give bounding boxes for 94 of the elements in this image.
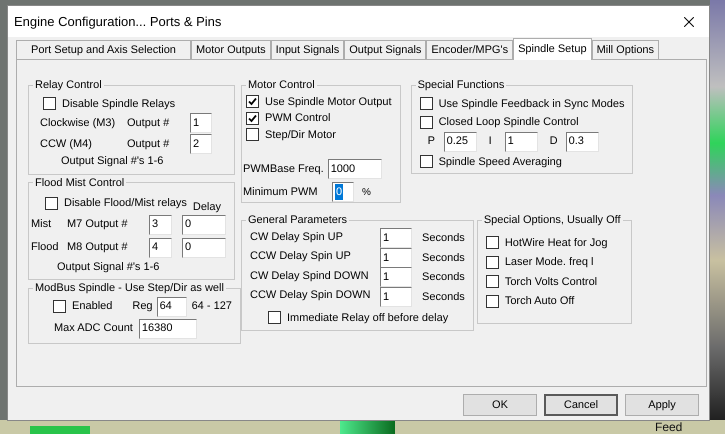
checkbox-label: Torch Auto Off xyxy=(504,294,574,309)
text-field[interactable]: 0 xyxy=(182,214,226,234)
progress-block xyxy=(30,426,90,434)
label: Output Signal #'s 1-6 xyxy=(56,260,160,274)
checkbox-label: Use Spindle Feedback in Sync Modes xyxy=(438,96,624,112)
label: M7 Output # xyxy=(67,217,129,232)
tab[interactable]: Mill Options xyxy=(592,40,660,59)
group-title: Special Functions xyxy=(416,78,506,93)
checkbox[interactable] xyxy=(45,196,58,210)
tab[interactable]: Port Setup and Axis Selection xyxy=(16,40,191,59)
checkbox-label: Immediate Relay off before delay xyxy=(287,310,448,326)
label: Output # xyxy=(127,116,170,131)
label: CW Delay Spind DOWN xyxy=(250,268,370,284)
checkbox[interactable] xyxy=(43,97,56,110)
checkbox-label: Spindle Speed Averaging xyxy=(438,154,562,170)
text-field[interactable]: 1 xyxy=(504,132,538,152)
checkbox-label: Step/Dir Motor xyxy=(265,128,336,142)
text-field[interactable]: 1 xyxy=(190,113,212,133)
text-field[interactable]: 0 xyxy=(182,238,226,258)
dialog-button[interactable]: OK xyxy=(463,394,537,416)
label: Flood xyxy=(31,240,60,256)
label: CW Delay Spin UP xyxy=(250,230,344,244)
text-field[interactable]: 1 xyxy=(380,286,412,307)
label: PWMBase Freq. xyxy=(243,162,324,177)
tab[interactable]: Spindle Setup xyxy=(513,38,592,60)
text-field[interactable]: 1 xyxy=(380,248,412,268)
text-field[interactable]: 4 xyxy=(149,238,172,258)
label: Minimum PWM xyxy=(243,184,319,200)
label: Seconds xyxy=(422,290,465,304)
label: I xyxy=(488,134,493,150)
label: Output # xyxy=(127,136,170,152)
label: Mist xyxy=(31,217,52,232)
tab[interactable]: Output Signals xyxy=(344,40,426,59)
window-title: Engine Configuration... Ports & Pins xyxy=(14,12,222,31)
checkbox[interactable] xyxy=(420,155,433,168)
label: Output Signal #'s 1-6 xyxy=(60,154,164,169)
text-field[interactable]: 2 xyxy=(190,134,212,154)
label: M8 Output # xyxy=(67,240,129,256)
text-field[interactable]: 1 xyxy=(380,228,412,248)
label: Delay xyxy=(192,200,221,215)
checkbox-label: Torch Volts Control xyxy=(504,274,598,290)
checkbox-label: Laser Mode. freq l xyxy=(504,255,594,270)
label: CCW Delay Spin DOWN xyxy=(250,288,372,303)
label: % xyxy=(362,186,371,200)
checkbox-label: Use Spindle Motor Output xyxy=(265,94,392,110)
text-field[interactable]: 16380 xyxy=(138,318,197,338)
group-title: Flood Mist Control xyxy=(34,176,126,190)
checkbox-label: HotWire Heat for Jog xyxy=(504,236,608,250)
checkbox-label: Closed Loop Spindle Control xyxy=(438,115,579,130)
checkbox[interactable] xyxy=(486,236,499,250)
checkbox-label: Disable Spindle Relays xyxy=(62,96,176,112)
label: CCW Delay Spin UP xyxy=(250,249,352,264)
label: Seconds xyxy=(422,270,465,285)
group-title: General Parameters xyxy=(247,213,348,228)
checkbox-label: Disable Flood/Mist relays xyxy=(64,196,187,211)
background-app-text: Feed xyxy=(655,420,682,434)
tab[interactable]: Motor Outputs xyxy=(190,40,271,59)
label: CCW (M4) xyxy=(39,136,93,152)
label: Clockwise (M3) xyxy=(39,116,116,131)
group-title: Relay Control xyxy=(34,78,103,93)
checkbox[interactable] xyxy=(486,294,499,308)
progress-block xyxy=(340,420,395,434)
text-field[interactable]: 1 xyxy=(380,267,412,288)
group-title: Special Options, Usually Off xyxy=(482,213,622,228)
label: 64 - 127 xyxy=(192,299,232,314)
dialog-button[interactable]: Apply xyxy=(625,394,699,416)
checkbox-label: PWM Control xyxy=(265,111,330,126)
checkbox[interactable] xyxy=(420,116,433,129)
label: P xyxy=(428,134,436,150)
checkbox[interactable] xyxy=(268,311,281,324)
text-field[interactable]: 64 xyxy=(156,296,187,316)
text-field[interactable]: 0.25 xyxy=(444,132,477,152)
group-title: ModBus Spindle - Use Step/Dir as well xyxy=(34,281,225,296)
checkbox[interactable] xyxy=(246,128,259,142)
tab[interactable]: Encoder/MPG's xyxy=(426,40,514,59)
dialog-button[interactable]: Cancel xyxy=(544,394,618,416)
text-field[interactable]: 1000 xyxy=(328,159,382,179)
label: Seconds xyxy=(422,250,465,266)
text-field[interactable]: 0 xyxy=(332,182,354,202)
checkbox[interactable] xyxy=(246,112,259,125)
tab[interactable]: Input Signals xyxy=(270,40,344,59)
checkbox[interactable] xyxy=(420,97,433,110)
label: Max ADC Count xyxy=(54,321,133,336)
checkbox-label: Enabled xyxy=(72,299,112,314)
label: Reg xyxy=(132,299,153,314)
label: Seconds xyxy=(422,231,465,246)
checkbox[interactable] xyxy=(246,95,259,108)
checkbox[interactable] xyxy=(53,300,66,313)
checkbox[interactable] xyxy=(486,275,499,288)
label: D xyxy=(550,134,559,150)
text-field[interactable]: 3 xyxy=(149,214,172,234)
group-title: Motor Control xyxy=(247,78,316,93)
checkbox[interactable] xyxy=(486,256,499,269)
text-field[interactable]: 0.3 xyxy=(566,132,599,152)
